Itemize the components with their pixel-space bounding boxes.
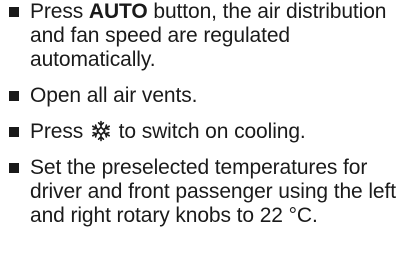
bullet-square-icon [9, 163, 19, 173]
instruction-text-pre: Press [30, 0, 89, 23]
bullet-square-icon [9, 7, 19, 17]
auto-button-label: AUTO [88, 0, 148, 23]
instruction-text-pre: Press [30, 120, 89, 143]
instruction-item-cooling: Press to switch on cooling. [8, 120, 400, 144]
instruction-item-vents: Open all air vents. [8, 84, 400, 108]
cooling-snowflake-icon [90, 120, 112, 142]
instruction-text: Open all air vents. [30, 84, 198, 107]
instruction-item-auto: Press AUTO button, the air distribution … [8, 0, 400, 72]
bullet-square-icon [9, 91, 19, 101]
instruction-item-temperature: Set the preselected temperatures for dri… [8, 156, 400, 228]
bullet-square-icon [9, 127, 19, 137]
instruction-text: Set the preselected temperatures for dri… [30, 156, 396, 227]
instruction-list: Press AUTO button, the air distribution … [8, 0, 400, 228]
instruction-text-post: to switch on cooling. [112, 120, 306, 143]
